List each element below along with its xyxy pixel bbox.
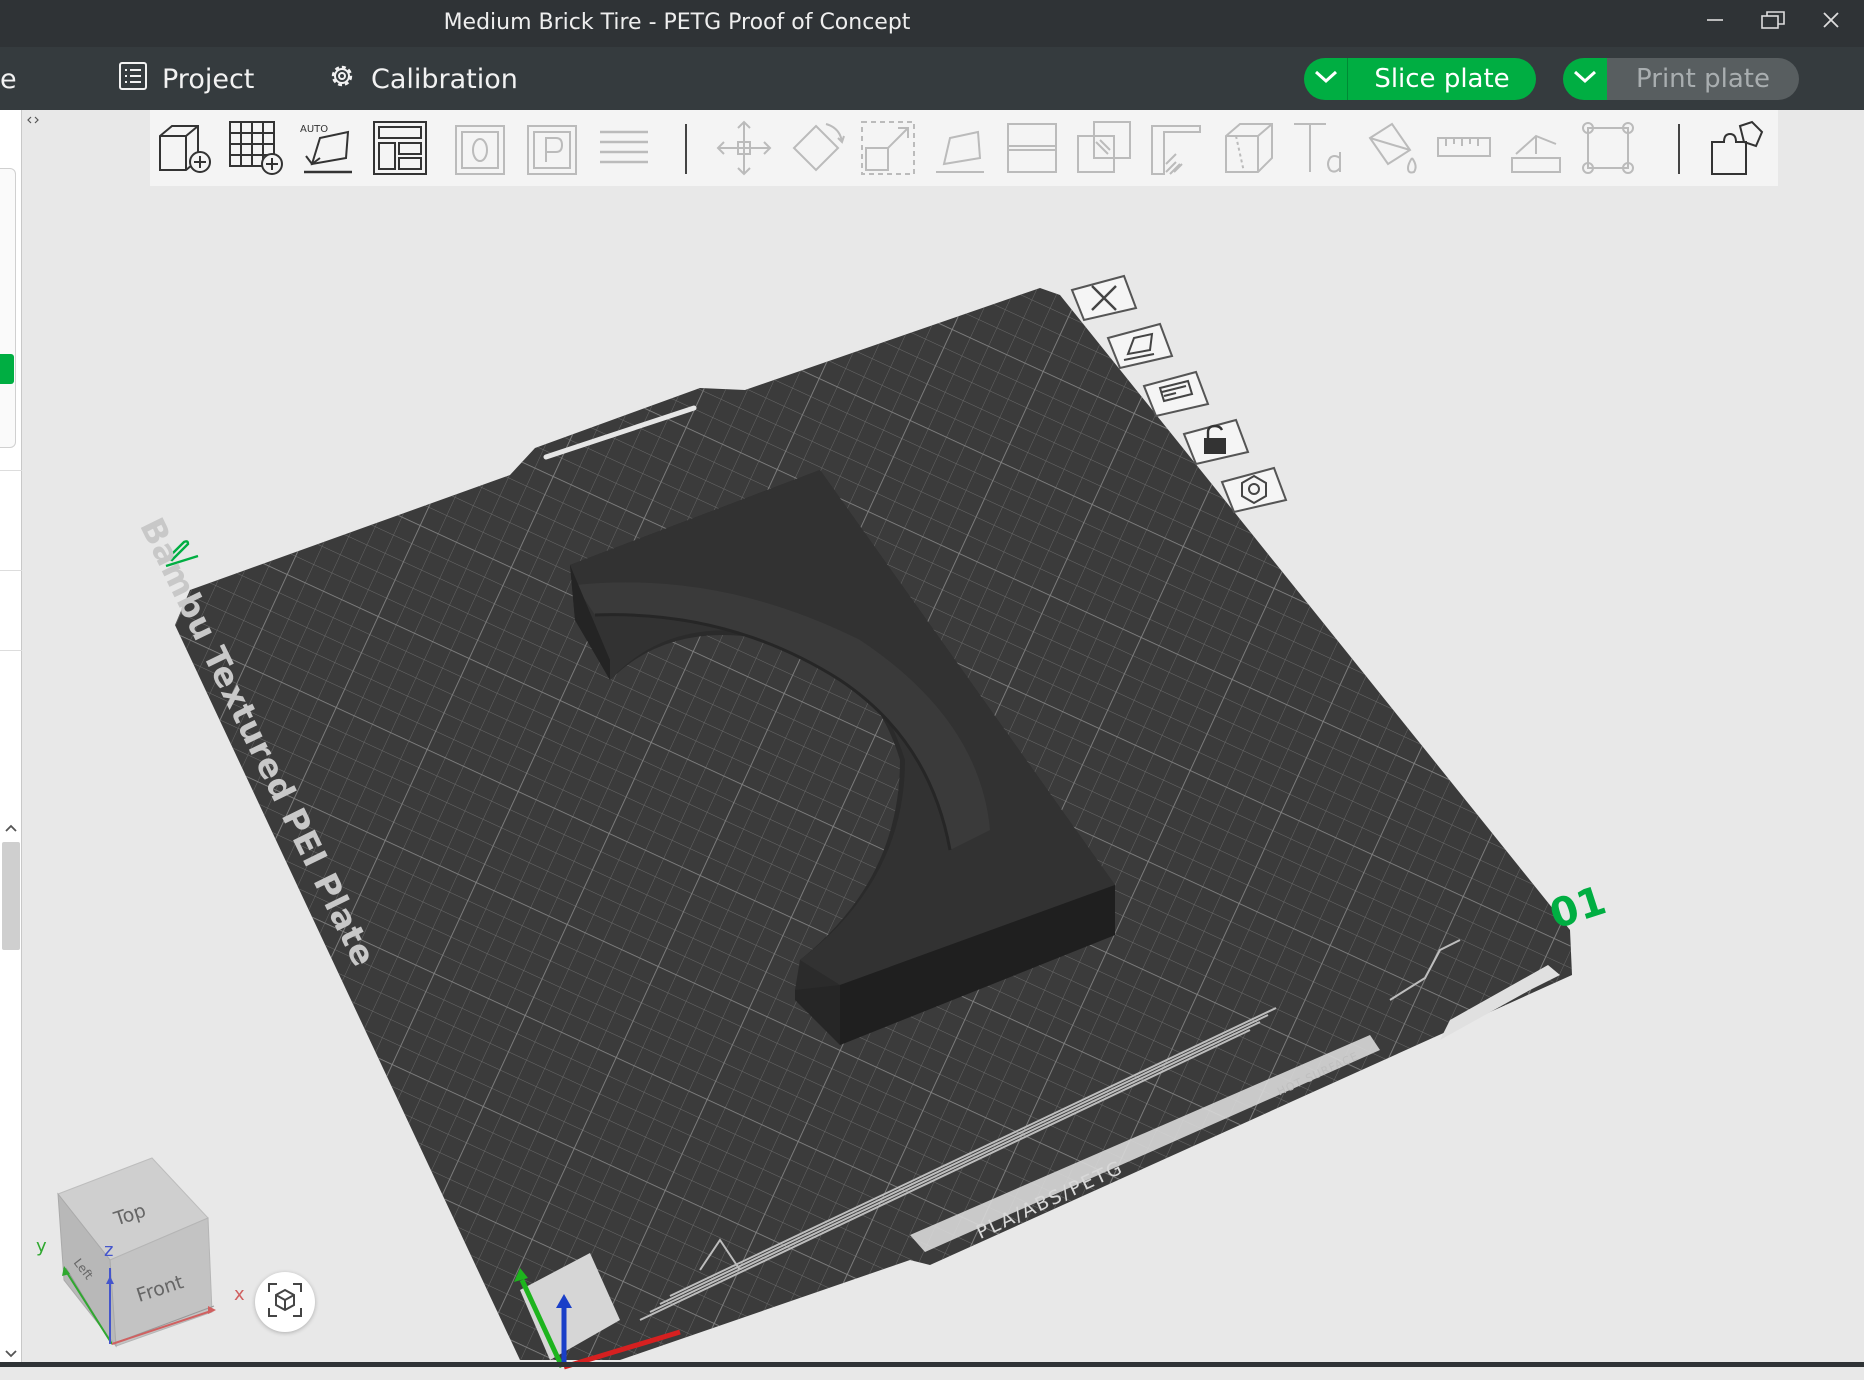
toolbar-separator <box>685 124 687 174</box>
text-button[interactable] <box>1290 118 1350 178</box>
seam-paint-button[interactable] <box>1218 118 1278 178</box>
rotate-icon <box>786 123 846 182</box>
variable-layer-icon <box>1578 122 1638 182</box>
toolbar-separator <box>1678 124 1680 174</box>
axis-y-label: y <box>36 1236 47 1257</box>
auto-orient-plate-button[interactable] <box>1104 322 1176 370</box>
cut-button[interactable] <box>1002 118 1062 178</box>
cut-icon <box>1002 123 1062 182</box>
boolean-icon <box>1074 121 1134 182</box>
collapse-sidebar-toggle[interactable] <box>24 112 42 126</box>
measure-icon <box>1434 137 1494 182</box>
plate-tag-button[interactable] <box>522 118 582 178</box>
plate-settings-icon <box>1218 466 1290 518</box>
arrange-plate-button[interactable] <box>1140 370 1212 418</box>
build-plate-scene <box>175 288 1572 1360</box>
lock-plate-button[interactable] <box>1180 418 1252 466</box>
axis-x-label: x <box>234 1284 245 1305</box>
auto-orient-icon: AUTO <box>298 124 358 182</box>
fit-view-button[interactable] <box>255 1272 315 1332</box>
rotate-button[interactable] <box>786 118 846 178</box>
split-button[interactable] <box>1706 118 1766 178</box>
measure-button[interactable] <box>1434 118 1494 178</box>
object-plate-button[interactable] <box>450 118 510 178</box>
plate-tag-icon <box>522 125 582 182</box>
support-paint-icon <box>1146 125 1206 182</box>
lay-on-face-icon <box>930 130 990 182</box>
navigation-cube[interactable] <box>36 1150 256 1350</box>
arrange-icon <box>370 121 430 182</box>
assembly-button[interactable] <box>1506 118 1566 178</box>
collapse-icon <box>26 110 40 129</box>
color-paint-icon <box>1362 122 1422 182</box>
close-plate-button[interactable] <box>1068 274 1140 322</box>
object-plate-icon <box>450 125 510 182</box>
view-cube-icon <box>265 1280 305 1324</box>
arrange-button[interactable] <box>370 118 430 178</box>
split-icon <box>1706 120 1766 182</box>
text-icon <box>1290 123 1350 182</box>
lay-on-face-button[interactable] <box>930 118 990 178</box>
plate-settings-button[interactable] <box>1218 466 1290 514</box>
bottom-edge <box>0 1362 1864 1367</box>
move-button[interactable] <box>714 118 774 178</box>
assembly-icon <box>1506 134 1566 182</box>
color-paint-button[interactable] <box>1362 118 1422 178</box>
add-object-icon <box>154 125 214 182</box>
layers-icon <box>594 130 654 182</box>
svg-text:AUTO: AUTO <box>300 124 328 135</box>
scale-icon <box>858 121 918 182</box>
add-plate-button[interactable] <box>226 118 286 178</box>
auto-orient-button[interactable]: AUTO <box>298 118 358 178</box>
move-icon <box>714 120 774 182</box>
layers-button[interactable] <box>594 118 654 178</box>
add-object-button[interactable] <box>154 118 214 178</box>
support-paint-button[interactable] <box>1146 118 1206 178</box>
axis-z-label: z <box>104 1240 114 1261</box>
main-toolbar: AUTO <box>150 110 1778 186</box>
add-plate-icon <box>226 121 286 182</box>
variable-layer-button[interactable] <box>1578 118 1638 178</box>
boolean-button[interactable] <box>1074 118 1134 178</box>
seam-paint-icon <box>1218 123 1278 182</box>
scale-button[interactable] <box>858 118 918 178</box>
